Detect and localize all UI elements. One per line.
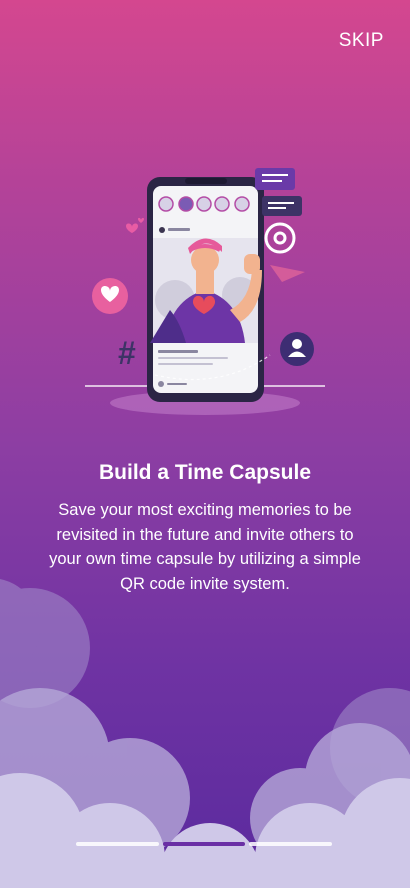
page-indicator-segment[interactable] bbox=[249, 842, 333, 846]
hashtag-icon: # bbox=[118, 335, 136, 371]
heart-icon bbox=[126, 223, 138, 233]
onboarding-illustration: # bbox=[85, 168, 325, 415]
page-indicator-segment[interactable] bbox=[76, 842, 159, 846]
page-indicator-segment-active[interactable] bbox=[162, 842, 246, 846]
skip-button[interactable]: SKIP bbox=[339, 30, 384, 52]
clouds-decoration bbox=[0, 579, 410, 888]
user-avatar-icon bbox=[280, 332, 314, 366]
send-icon bbox=[270, 265, 305, 282]
heart-icon bbox=[92, 278, 128, 314]
onboarding-title: Build a Time Capsule bbox=[99, 461, 311, 484]
phone-illustration bbox=[147, 177, 264, 402]
at-sign-icon bbox=[264, 222, 296, 254]
page-indicator bbox=[76, 842, 333, 848]
